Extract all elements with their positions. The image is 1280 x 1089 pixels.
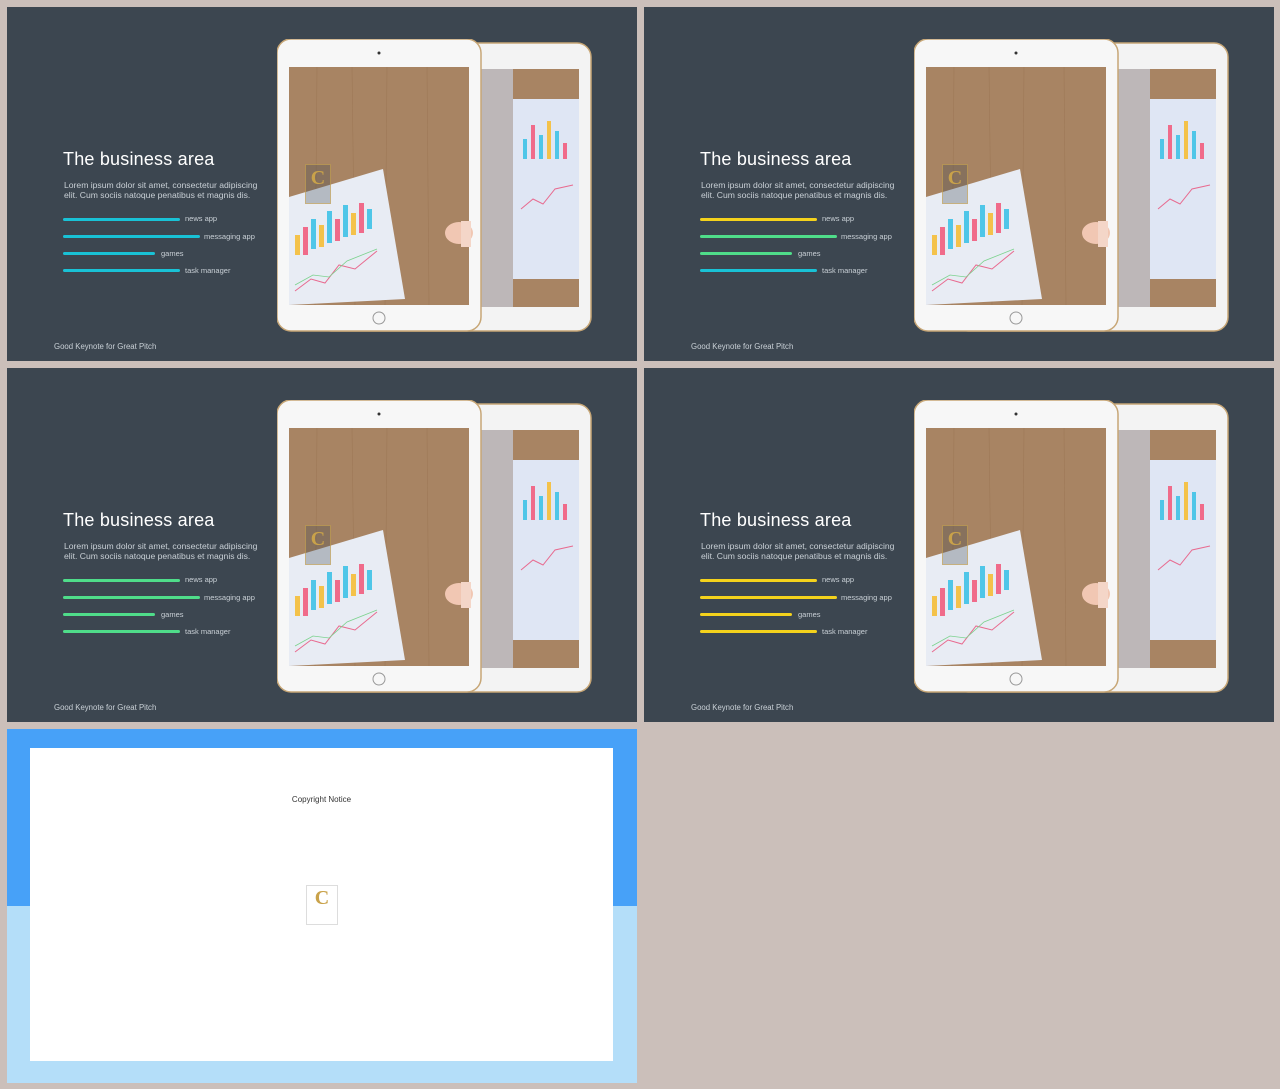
progress-bar-task-manager (700, 630, 817, 633)
bar-label-task-manager: task manager (185, 627, 231, 636)
slide-title: The business area (700, 149, 852, 169)
slide-2[interactable]: The business area Lorem ipsum dolor sit … (644, 7, 1274, 361)
bar-label-news-app: news app (185, 575, 218, 584)
brand-logo-icon: C (306, 885, 338, 925)
bar-label-task-manager: task manager (822, 266, 868, 275)
bar-label-messaging-app: messaging app (841, 593, 892, 602)
progress-bar-news-app (700, 218, 817, 221)
slide-1[interactable]: The business area Lorem ipsum dolor sit … (7, 7, 637, 361)
brand-logo-icon: C (305, 164, 331, 204)
bar-label-messaging-app: messaging app (204, 593, 255, 602)
slide-4[interactable]: The business area Lorem ipsum dolor sit … (644, 368, 1274, 722)
slide-body-text: Lorem ipsum dolor sit amet, consectetur … (701, 541, 895, 562)
slide-3[interactable]: The business area Lorem ipsum dolor sit … (7, 368, 637, 722)
progress-bar-news-app (63, 579, 180, 582)
bar-label-news-app: news app (185, 214, 218, 223)
progress-bar-games (63, 252, 155, 255)
slide-footer: Good Keynote for Great Pitch (691, 342, 794, 351)
bar-label-games: games (161, 249, 184, 258)
progress-bar-messaging-app (700, 235, 837, 238)
bar-label-news-app: news app (822, 214, 855, 223)
slide-body-text: Lorem ipsum dolor sit amet, consectetur … (64, 541, 258, 562)
brand-logo-icon: C (942, 164, 968, 204)
bar-label-messaging-app: messaging app (204, 232, 255, 241)
progress-bar-news-app (63, 218, 180, 221)
bar-label-task-manager: task manager (822, 627, 868, 636)
progress-bar-messaging-app (700, 596, 837, 599)
copyright-card: Copyright Notice C (30, 748, 613, 1061)
bar-label-games: games (161, 610, 184, 619)
progress-bar-task-manager (63, 630, 180, 633)
progress-bar-messaging-app (63, 596, 200, 599)
slide-title: The business area (700, 510, 852, 530)
brand-logo-letter: C (314, 887, 330, 909)
progress-bar-task-manager (63, 269, 180, 272)
bar-label-news-app: news app (822, 575, 855, 584)
progress-bar-games (63, 613, 155, 616)
bar-label-games: games (798, 610, 821, 619)
copyright-title: Copyright Notice (291, 795, 352, 804)
bar-label-games: games (798, 249, 821, 258)
brand-logo-icon: C (942, 525, 968, 565)
slide-footer: Good Keynote for Great Pitch (54, 342, 157, 351)
slide-title: The business area (63, 510, 215, 530)
progress-bar-games (700, 252, 792, 255)
slide-body-text: Lorem ipsum dolor sit amet, consectetur … (701, 180, 895, 201)
progress-bar-task-manager (700, 269, 817, 272)
progress-bar-messaging-app (63, 235, 200, 238)
slide-copyright[interactable]: Copyright Notice C (7, 729, 637, 1083)
slide-body-text: Lorem ipsum dolor sit amet, consectetur … (64, 180, 258, 201)
progress-bar-games (700, 613, 792, 616)
progress-bar-news-app (700, 579, 817, 582)
bar-label-messaging-app: messaging app (841, 232, 892, 241)
slide-footer: Good Keynote for Great Pitch (54, 703, 157, 712)
brand-logo-icon: C (305, 525, 331, 565)
slide-title: The business area (63, 149, 215, 169)
bar-label-task-manager: task manager (185, 266, 231, 275)
slide-footer: Good Keynote for Great Pitch (691, 703, 794, 712)
